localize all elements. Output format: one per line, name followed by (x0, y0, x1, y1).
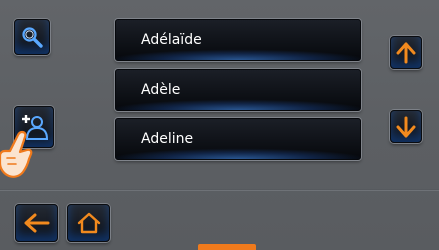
home-button[interactable] (67, 204, 110, 242)
back-button[interactable] (15, 204, 58, 242)
phonebook-screen: Adélaïde Adèle Adeline (0, 0, 439, 250)
arrow-down-icon (396, 116, 416, 138)
divider (0, 189, 439, 191)
list-item[interactable]: Adeline (115, 118, 361, 160)
search-button[interactable] (14, 19, 50, 55)
list-item-label: Adélaïde (141, 32, 202, 48)
list-item[interactable]: Adélaïde (115, 19, 361, 61)
arrow-left-icon (24, 213, 50, 233)
scroll-down-button[interactable] (390, 110, 422, 143)
pointing-hand-icon (0, 128, 36, 180)
home-icon (76, 211, 102, 235)
page-indicator (198, 244, 256, 250)
scroll-up-button[interactable] (390, 36, 422, 69)
list-item[interactable]: Adèle (115, 69, 361, 111)
magnifier-icon (20, 25, 44, 49)
list-item-label: Adeline (141, 131, 194, 147)
arrow-up-icon (396, 42, 416, 64)
list-item-label: Adèle (141, 82, 181, 98)
